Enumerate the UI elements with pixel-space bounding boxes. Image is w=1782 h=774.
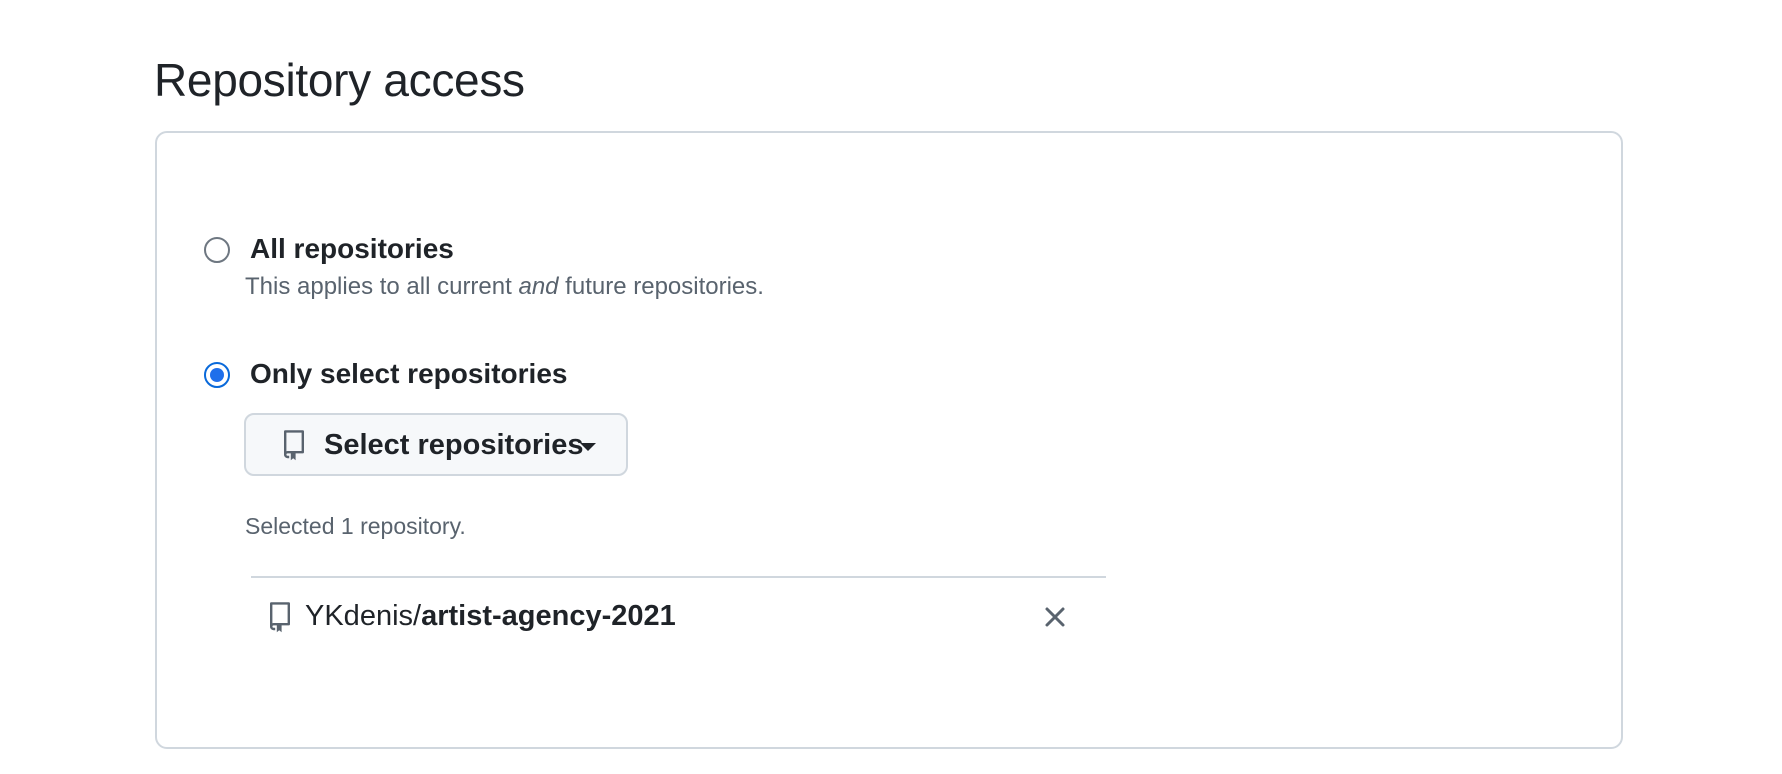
only-select-repositories-radio[interactable] [204,362,230,388]
select-repositories-button[interactable]: Select repositories [244,413,628,476]
description-text-emphasis: and [518,273,559,300]
caret-down-icon [580,443,596,451]
selected-count-text: Selected 1 repository. [245,513,466,539]
list-item: YKdenis/artist-agency-2021 [251,578,1106,658]
repository-owner: YKdenis/ [305,600,422,632]
selected-repositories-list: YKdenis/artist-agency-2021 [251,576,1106,658]
all-repositories-description: This applies to all current and future r… [245,273,764,301]
repo-icon [270,602,290,633]
repository-title: artist-agency-2021 [421,600,676,632]
description-text-after: future repositories. [558,273,764,300]
only-select-repositories-label[interactable]: Only select repositories [250,358,567,390]
repo-icon [284,430,304,461]
description-text-before: This applies to all current [245,273,519,300]
all-repositories-label[interactable]: All repositories [250,233,454,265]
repository-access-page: Repository access All repositories This … [0,0,1782,774]
select-repositories-label: Select repositories [324,429,584,461]
all-repositories-radio[interactable] [204,237,230,263]
repository-name: YKdenis/artist-agency-2021 [305,600,676,633]
page-title: Repository access [154,54,525,106]
close-icon[interactable] [1041,603,1069,631]
